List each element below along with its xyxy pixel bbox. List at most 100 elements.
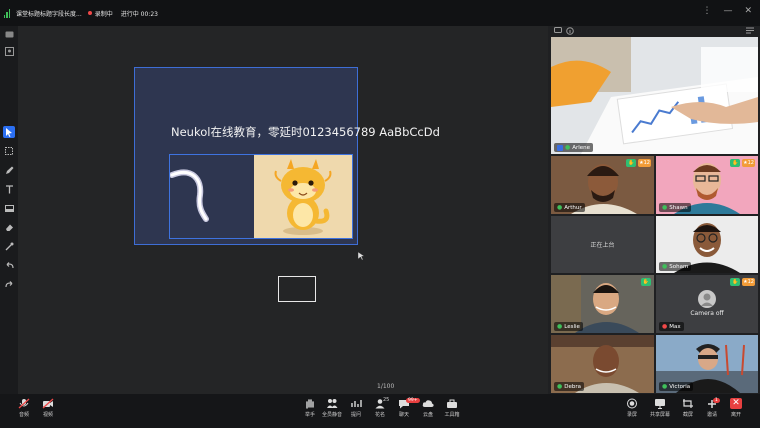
participant-name-label: ● Soham (659, 262, 692, 271)
gallery-icon[interactable] (3, 45, 15, 57)
status-badges: ✋ (641, 278, 651, 286)
info-icon[interactable] (566, 27, 574, 37)
dragon-image[interactable] (254, 155, 352, 238)
inner-selection-box[interactable] (169, 154, 353, 239)
avatar (698, 290, 716, 308)
status-badges: ✋ ★ 12 (626, 159, 651, 167)
question-icon (350, 398, 362, 409)
participant-name-label: ● Max (659, 322, 684, 331)
participant-tile-arlene[interactable]: ● Arlene (551, 37, 758, 154)
mic-on-icon: ● (662, 204, 668, 211)
participant-name-label: ● Leslie (554, 322, 583, 331)
elapsed-time: 进行中 00:23 (120, 10, 158, 18)
chat-panel-icon[interactable] (3, 29, 15, 41)
mute-all-button[interactable]: 全员静音 (320, 398, 344, 418)
selection-box[interactable]: Neukol在线教育，零延时0123456789 AaBbCcDd (134, 67, 440, 245)
text-tool-icon[interactable] (3, 183, 15, 195)
page-indicator: 1/100 (377, 383, 395, 390)
participant-tile-joining[interactable]: 正在上台 (551, 216, 654, 273)
eraser-icon[interactable] (3, 221, 15, 233)
invite-button[interactable]: 1 邀请 (700, 398, 724, 418)
chat-button[interactable]: 99+ 聊天 (392, 398, 420, 418)
participant-name-label: ● Shawn (659, 203, 691, 212)
signal-icon (4, 8, 10, 18)
screenshot-button[interactable]: 截屏 (676, 398, 700, 418)
undo-icon[interactable] (3, 259, 15, 271)
mic-on-icon: ● (557, 204, 563, 211)
participant-tile-victoria[interactable]: ● Victoria (656, 335, 758, 393)
mic-on-icon: ● (557, 383, 563, 390)
participant-name-label: ● Arthur (554, 203, 585, 212)
class-title: 课堂标题标题字段长度... (16, 10, 82, 18)
camera-off-icon (42, 398, 54, 409)
reward-count-badge: ★ 12 (742, 278, 755, 286)
participant-tile-debra[interactable]: ● Debra (551, 335, 654, 393)
redo-icon[interactable] (3, 278, 15, 290)
screenshot-icon (682, 398, 694, 409)
hand-raise-icon: ✋ (626, 159, 637, 167)
avatar-icon (557, 144, 563, 151)
roster-button[interactable]: 25 花名 (368, 397, 392, 418)
record-icon (626, 398, 638, 409)
recording-indicator: 录制中 (87, 9, 113, 18)
more-icon[interactable]: ⋮ (702, 6, 711, 16)
leave-button[interactable]: ✕ 离开 (724, 398, 748, 418)
toolbox-button[interactable]: 工具箱 (440, 398, 464, 418)
mic-on-icon: ● (557, 323, 563, 330)
record-dot-icon (87, 11, 92, 15)
minimize-icon[interactable]: — (723, 6, 732, 16)
question-button[interactable]: 提问 (344, 398, 368, 418)
leave-icon: ✕ (730, 398, 742, 409)
hand-raise-icon: ✋ (730, 278, 741, 286)
screen-record-button[interactable]: 录屏 (620, 398, 644, 418)
participant-tile-max[interactable]: Camera off ✋ ★ 12 ● Max (656, 275, 758, 333)
hand-raise-icon: ✋ (730, 159, 741, 167)
mic-on-icon: ● (662, 263, 668, 270)
cloud-drive-button[interactable]: 云盘 (416, 398, 440, 418)
cloud-icon (422, 398, 434, 409)
mic-off-icon: ● (662, 323, 668, 330)
participant-tile-arthur[interactable]: ✋ ★ 12 ● Arthur (551, 156, 654, 214)
reward-count-badge: ★ 12 (742, 159, 755, 167)
board-text[interactable]: Neukol在线教育，零延时0123456789 AaBbCcDd (171, 124, 440, 140)
participant-name-label: ● Victoria (659, 382, 694, 391)
share-screen-icon (654, 398, 666, 409)
raise-hand-button[interactable]: 举手 (298, 398, 322, 418)
mic-off-icon (18, 398, 30, 409)
close-icon[interactable]: ✕ (744, 6, 752, 16)
reward-count-badge: ★ 12 (638, 159, 651, 167)
toolbox-icon (446, 398, 458, 409)
pen-stroke[interactable] (170, 155, 254, 238)
status-badges: ✋ ★ 12 (730, 159, 755, 167)
bottom-toolbar: 音频 视频 举手 全员静音 提问 25 花名 99+ 聊天 云盘 工具箱 录屏 … (0, 394, 760, 428)
roster-count: 25 (383, 397, 390, 403)
laser-pointer-icon[interactable] (3, 240, 15, 252)
layout-icon[interactable] (746, 27, 754, 36)
mic-on-icon: ● (565, 144, 571, 151)
participant-name-label: ● Debra (554, 382, 584, 391)
mouse-cursor-icon (357, 245, 366, 261)
camera-off-text: Camera off (690, 310, 724, 317)
screen-icon[interactable] (554, 27, 562, 36)
joining-status-text: 正在上台 (590, 242, 615, 249)
video-button[interactable]: 视频 (36, 398, 60, 418)
share-screen-button[interactable]: 共享屏幕 (648, 398, 672, 418)
title-bar: 课堂标题标题字段长度... 录制中 进行中 00:23 ⋮ — ✕ (0, 0, 760, 26)
audio-button[interactable]: 音频 (12, 398, 36, 418)
status-badges: ✋ ★ 12 (730, 278, 755, 286)
rectangle-shape[interactable] (278, 276, 316, 302)
video-feed (551, 37, 758, 154)
invite-badge: 1 (713, 398, 720, 403)
select-tool-icon[interactable] (3, 126, 15, 138)
participant-tile-leslie[interactable]: ✋ ● Leslie (551, 275, 654, 333)
participant-tile-shawn[interactable]: ✋ ★ 12 ● Shawn (656, 156, 758, 214)
shape-tool-icon[interactable] (3, 202, 15, 214)
pen-icon[interactable] (3, 164, 15, 176)
participant-tile-soham[interactable]: ● Soham (656, 216, 758, 273)
whiteboard-toolbar (0, 26, 18, 394)
area-select-icon[interactable] (3, 145, 15, 157)
hand-icon (304, 398, 316, 409)
participant-name-label: ● Arlene (554, 143, 594, 152)
mute-all-icon (326, 398, 338, 409)
mic-on-icon: ● (662, 383, 668, 390)
